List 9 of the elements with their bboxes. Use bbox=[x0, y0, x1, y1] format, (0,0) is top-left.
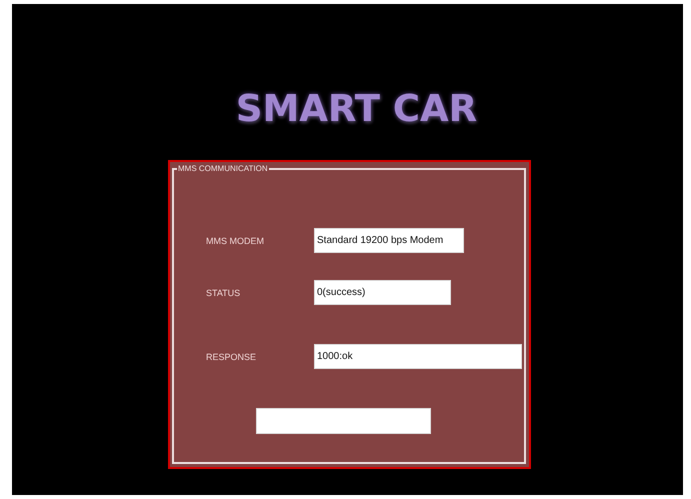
input-field[interactable]: 0(success) bbox=[314, 280, 451, 305]
group-legend: MMS COMMUNICATION bbox=[177, 163, 269, 174]
field-label: RESPONSE bbox=[206, 352, 258, 362]
app-title: SMART CAR bbox=[234, 86, 478, 132]
input-field[interactable]: 1000:ok bbox=[314, 344, 522, 369]
blank-button[interactable] bbox=[256, 408, 431, 434]
field-label: STATUS bbox=[206, 288, 242, 298]
input-field[interactable]: Standard 19200 bps Modem bbox=[314, 228, 464, 253]
field-label: MMS MODEM bbox=[206, 236, 265, 246]
